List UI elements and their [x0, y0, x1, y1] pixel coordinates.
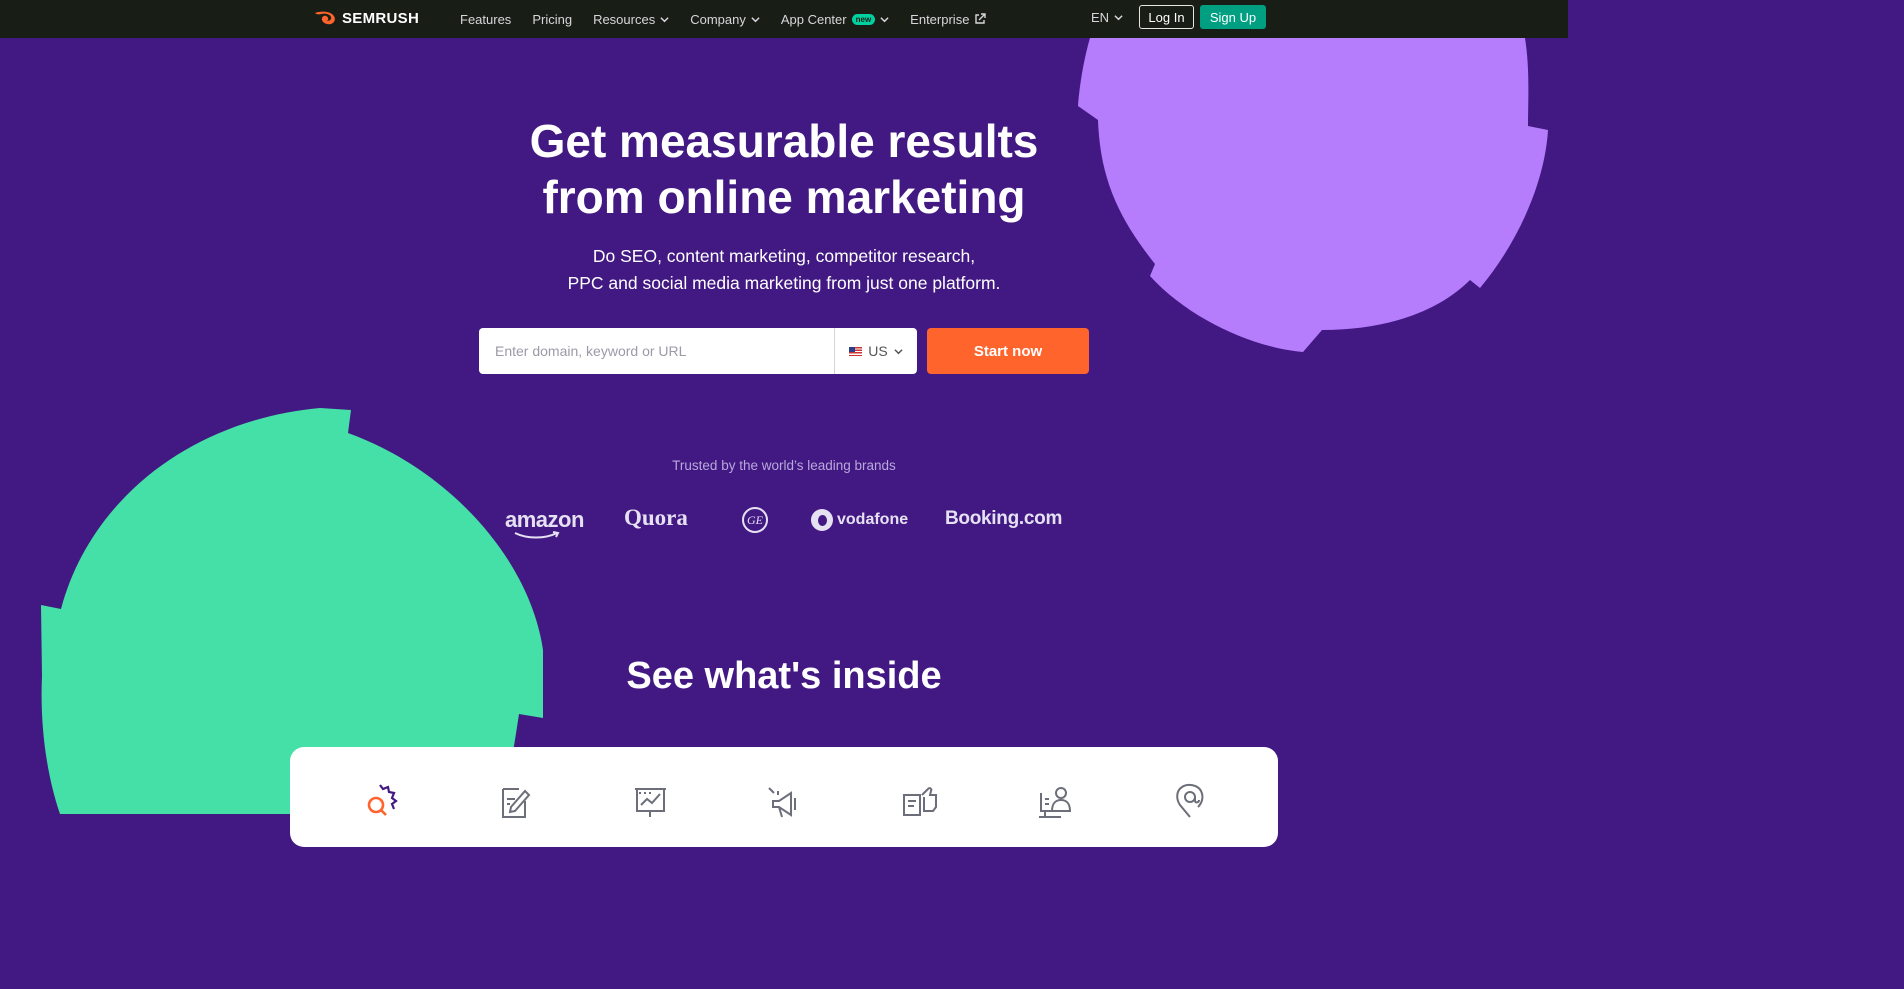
chevron-down-icon — [880, 16, 889, 22]
brand-logos: amazon Quora GE vodafone Booking.com — [0, 503, 1568, 539]
ge-logo: GE — [742, 507, 768, 533]
amazon-smile-icon — [514, 531, 560, 539]
semrush-logo[interactable]: SEMRUSH — [314, 9, 419, 27]
nav-label: Company — [690, 11, 746, 27]
vodafone-mark-icon — [811, 509, 833, 531]
nav-item-pricing[interactable]: Pricing — [532, 12, 572, 27]
nav-item-app-center[interactable]: App Center new — [781, 12, 889, 27]
search-form: US — [479, 328, 917, 374]
booking-logo: Booking.com — [945, 508, 1063, 529]
quora-logo: Quora — [624, 505, 688, 530]
nav-label: Features — [460, 11, 512, 27]
nav-item-company[interactable]: Company — [690, 12, 760, 27]
see-inside-title: See what's inside — [626, 655, 942, 697]
brand-name: SEMRUSH — [342, 9, 420, 27]
tools-panel — [290, 747, 1278, 847]
hero-subtitle-line1: Do SEO, content marketing, competitor re… — [592, 246, 976, 266]
chevron-down-icon — [660, 16, 669, 22]
nav-label: Enterprise — [910, 11, 970, 27]
search-input[interactable] — [479, 328, 834, 374]
amazon-logo-text: amazon — [505, 507, 584, 532]
top-navigation-bar: SEMRUSH Features Pricing Resources Compa… — [0, 0, 1568, 38]
local-icon[interactable] — [1170, 781, 1210, 821]
hero-subtitle-line2: PPC and social media marketing from just… — [567, 273, 1001, 293]
nav-label: App Center — [780, 11, 847, 27]
new-badge: new — [851, 13, 876, 25]
semrush-flame-icon — [315, 11, 335, 25]
hero-title-line2: from online marketing — [542, 171, 1026, 223]
seo-icon[interactable] — [360, 781, 400, 821]
hero-title: Get measurable results from online marke… — [0, 113, 1568, 225]
amazon-logo: amazon — [505, 507, 584, 539]
chevron-down-icon — [751, 16, 760, 22]
login-button[interactable]: Log In — [1139, 5, 1194, 29]
database-selector[interactable]: US — [834, 328, 917, 374]
agency-solutions-icon[interactable] — [1035, 781, 1075, 821]
hero-title-line1: Get measurable results — [529, 115, 1039, 167]
hero-subtitle: Do SEO, content marketing, competitor re… — [0, 243, 1568, 297]
nav-label: Pricing — [532, 11, 573, 27]
nav-item-enterprise[interactable]: Enterprise — [910, 11, 987, 27]
signup-button[interactable]: Sign Up — [1200, 5, 1266, 29]
trusted-heading: Trusted by the world’s leading brands — [672, 458, 896, 473]
main-nav: Features Pricing Resources Company App C… — [460, 0, 1007, 38]
start-now-button[interactable]: Start now — [927, 328, 1089, 374]
database-label: US — [868, 343, 888, 359]
market-research-icon[interactable] — [630, 781, 670, 821]
vodafone-logo-text: vodafone — [837, 511, 909, 528]
advertising-icon[interactable] — [765, 781, 805, 821]
language-label: EN — [1091, 10, 1110, 25]
social-media-icon[interactable] — [900, 781, 940, 821]
nav-item-features[interactable]: Features — [460, 12, 511, 27]
chevron-down-icon — [1114, 15, 1123, 21]
external-link-icon — [975, 13, 987, 24]
us-flag-icon — [849, 346, 863, 356]
nav-item-resources[interactable]: Resources — [593, 12, 669, 27]
nav-label: Resources — [593, 11, 656, 27]
vodafone-logo: vodafone — [811, 509, 908, 531]
language-selector[interactable]: EN — [1091, 10, 1123, 25]
content-marketing-icon[interactable] — [495, 781, 535, 821]
chevron-down-icon — [894, 348, 903, 354]
